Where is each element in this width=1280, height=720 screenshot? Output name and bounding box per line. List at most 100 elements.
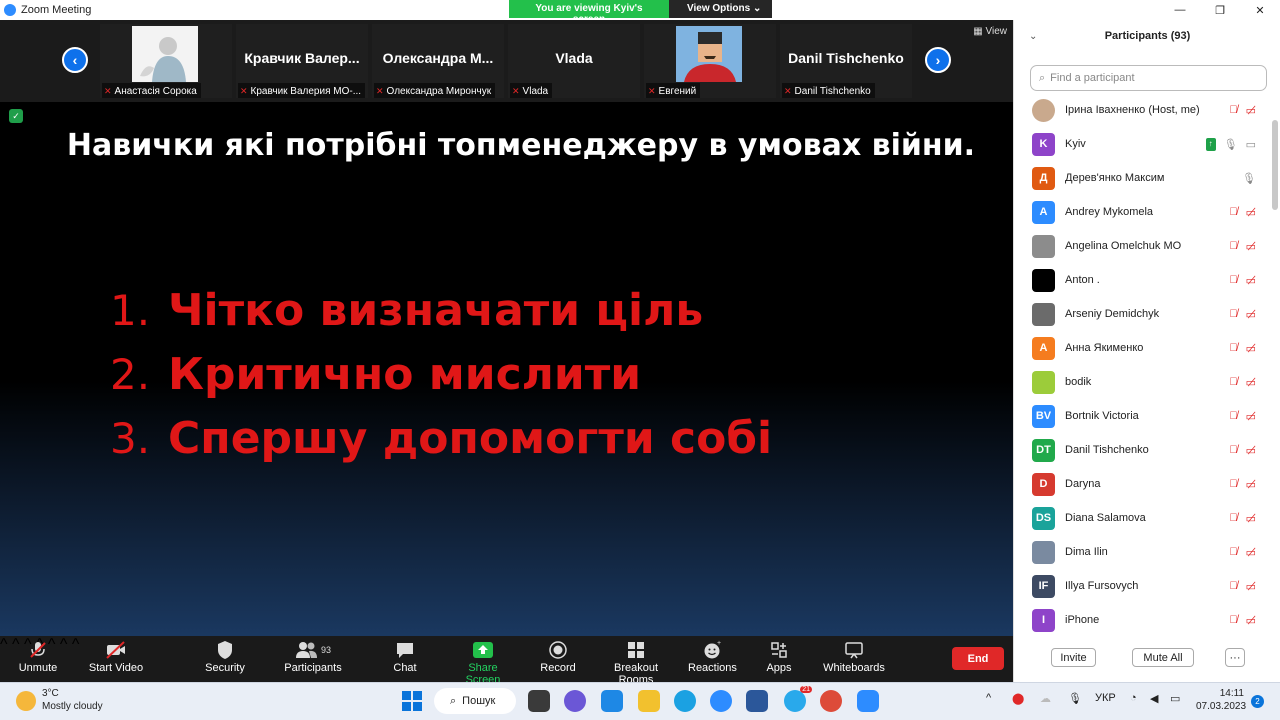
next-page-icon[interactable]: › xyxy=(925,47,951,73)
chrome-icon[interactable] xyxy=(820,690,842,712)
viewing-screen-label: You are viewing Kyiv's screen xyxy=(509,0,669,25)
mail-icon[interactable] xyxy=(601,690,623,712)
video-tile[interactable]: Vlada ✕ Vlada xyxy=(508,24,640,98)
record-button[interactable]: Record xyxy=(536,638,580,674)
participant-row[interactable]: Dima Ilin 🎙̸ ▭̸ xyxy=(1014,535,1272,569)
video-off-icon: ▭̸ xyxy=(1245,104,1256,117)
mic-icon[interactable]: 🎙 xyxy=(1224,138,1238,151)
volume-icon[interactable]: ◀ xyxy=(1150,692,1158,705)
mic-muted-icon[interactable]: 🎙̸ xyxy=(1229,580,1237,593)
participants-button[interactable]: 93 Participants xyxy=(284,638,342,674)
participant-row[interactable]: Д Дерев'янко Максим 🎙 xyxy=(1014,161,1272,195)
participant-row[interactable]: Anton . 🎙̸ ▭̸ xyxy=(1014,263,1272,297)
mic-muted-icon[interactable]: 🎙̸ xyxy=(1229,444,1237,457)
participant-row[interactable]: I iPhone 🎙̸ ▭̸ xyxy=(1014,603,1272,637)
telegram-icon[interactable]: 21 xyxy=(784,686,812,712)
chevron-up-icon[interactable]: ^ xyxy=(72,636,80,653)
participant-row[interactable]: K Kyiv ↑ 🎙 ▭ xyxy=(1014,127,1272,161)
keyboard-language[interactable]: УКР xyxy=(1095,692,1116,704)
weather-text: 3°C Mostly cloudy xyxy=(42,687,103,713)
prev-page-icon[interactable]: ‹ xyxy=(62,47,88,73)
participant-row[interactable]: bodik 🎙̸ ▭̸ xyxy=(1014,365,1272,399)
edge-icon[interactable] xyxy=(674,690,696,712)
windows-start-icon[interactable] xyxy=(402,691,422,711)
chevron-up-icon[interactable]: ^ xyxy=(0,636,8,653)
zoom-meeting-taskbar-icon[interactable] xyxy=(857,690,879,712)
more-options-button[interactable]: ··· xyxy=(1225,648,1245,667)
tile-label: ✕ Danil Tishchenko xyxy=(782,83,875,98)
word-icon[interactable] xyxy=(746,690,768,712)
share-screen-button[interactable]: Share Screen xyxy=(450,638,516,686)
participant-row[interactable]: DT Danil Tishchenko 🎙̸ ▭̸ xyxy=(1014,433,1272,467)
participant-row[interactable]: IF Illya Fursovych 🎙̸ ▭̸ xyxy=(1014,569,1272,603)
video-tile[interactable]: ✕ Евгений xyxy=(644,24,776,98)
close-icon[interactable]: ✕ xyxy=(1240,0,1280,20)
cloud-icon[interactable]: ☁ xyxy=(1040,692,1051,705)
chat-button[interactable]: Chat xyxy=(384,638,426,674)
mic-muted-icon[interactable]: 🎙̸ xyxy=(1229,240,1237,253)
mic-muted-icon[interactable]: 🎙̸ xyxy=(1229,546,1237,559)
taskbar-search[interactable]: ⌕ Пошук xyxy=(434,688,516,714)
whiteboards-button[interactable]: Whiteboards xyxy=(820,638,888,674)
mic-muted-icon[interactable]: 🎙̸ xyxy=(1229,206,1237,219)
weather-widget[interactable]: 3°C Mostly cloudy xyxy=(16,687,103,713)
mic-muted-icon[interactable]: 🎙̸ xyxy=(1229,614,1237,627)
view-options-button[interactable]: View Options ⌄ xyxy=(669,0,772,18)
participant-name: Ірина Івахненко (Host, me) xyxy=(1065,104,1200,116)
mic-muted-icon[interactable]: 🎙̸ xyxy=(1229,104,1237,117)
video-tile[interactable]: Danil Tishchenko ✕ Danil Tishchenko xyxy=(780,24,912,98)
wifi-icon[interactable]: ◔ xyxy=(1130,692,1137,704)
zoom-taskbar-icon[interactable] xyxy=(710,690,732,712)
shield-icon[interactable]: ✓ xyxy=(9,109,23,123)
video-tile[interactable]: ✕ Анастасія Сорока xyxy=(100,24,232,98)
avatar: A xyxy=(1032,336,1055,360)
breakout-rooms-button[interactable]: Breakout Rooms xyxy=(596,638,676,686)
battery-icon[interactable]: ▭ xyxy=(1170,692,1180,705)
scrollbar[interactable] xyxy=(1272,120,1278,210)
mic-muted-icon[interactable]: 🎙̸ xyxy=(1229,410,1237,423)
end-meeting-button[interactable]: End xyxy=(952,647,1004,670)
participant-row[interactable]: BV Bortnik Victoria 🎙̸ ▭̸ xyxy=(1014,399,1272,433)
invite-button[interactable]: Invite xyxy=(1051,648,1096,667)
notification-badge[interactable]: 2 xyxy=(1251,695,1264,708)
participant-row[interactable]: A Andrey Mykomela 🎙̸ ▭̸ xyxy=(1014,195,1272,229)
mic-muted-icon[interactable]: 🎙̸ xyxy=(1229,342,1237,355)
participant-name: iPhone xyxy=(1065,614,1100,626)
video-tile[interactable]: Олександра М... ✕ Олександра Мирончук xyxy=(372,24,504,98)
participant-status: 🎙̸ ▭̸ xyxy=(1229,410,1256,423)
participant-row[interactable]: D Daryna 🎙̸ ▭̸ xyxy=(1014,467,1272,501)
mic-muted-icon: ✕ xyxy=(376,85,384,96)
participant-row[interactable]: Angelina Omelchuk MO 🎙̸ ▭̸ xyxy=(1014,229,1272,263)
view-button[interactable]: ▦ View xyxy=(973,26,1007,37)
participant-search-input[interactable]: ⌕ Find a participant xyxy=(1030,65,1267,91)
security-tray-icon[interactable]: ⬤ xyxy=(1012,692,1024,705)
reactions-button[interactable]: + Reactions xyxy=(688,638,737,674)
participant-row[interactable]: Arseniy Demidchyk 🎙̸ ▭̸ xyxy=(1014,297,1272,331)
mute-all-button[interactable]: Mute All xyxy=(1132,648,1194,667)
mic-muted-icon[interactable]: 🎙̸ xyxy=(1229,478,1237,491)
file-explorer-icon[interactable] xyxy=(638,690,660,712)
mic-muted-icon[interactable]: 🎙̸ xyxy=(1229,512,1237,525)
task-view-icon[interactable] xyxy=(528,690,550,712)
participant-row[interactable]: Ірина Івахненко (Host, me) 🎙̸ ▭̸ xyxy=(1014,93,1272,127)
chevron-up-icon[interactable]: ^ xyxy=(986,692,991,704)
participant-name: Anton . xyxy=(1065,274,1100,286)
teams-chat-icon[interactable] xyxy=(564,690,586,712)
unmute-button[interactable]: Unmute xyxy=(12,638,64,674)
participant-row[interactable]: DS Diana Salamova 🎙̸ ▭̸ xyxy=(1014,501,1272,535)
system-clock[interactable]: 14:11 07.03.2023 xyxy=(1196,687,1246,713)
participant-row[interactable]: A Анна Якименко 🎙̸ ▭̸ xyxy=(1014,331,1272,365)
apps-button[interactable]: Apps xyxy=(760,638,798,674)
microphone-tray-icon[interactable]: 🎙 xyxy=(1068,692,1082,705)
mic-muted-icon: ✕ xyxy=(784,85,792,96)
minimize-icon[interactable]: — xyxy=(1160,0,1200,20)
video-tile[interactable]: Кравчик Валер... ✕ Кравчик Валерия МО-... xyxy=(236,24,368,98)
mic-icon[interactable]: 🎙 xyxy=(1242,172,1256,185)
restore-icon[interactable]: ❐ xyxy=(1200,0,1240,20)
mic-muted-icon[interactable]: 🎙̸ xyxy=(1229,376,1237,389)
mic-muted-icon[interactable]: 🎙̸ xyxy=(1229,308,1237,321)
security-button[interactable]: Security xyxy=(200,638,250,674)
window-controls: — ❐ ✕ xyxy=(1160,0,1280,20)
start-video-button[interactable]: Start Video xyxy=(86,638,146,674)
mic-muted-icon[interactable]: 🎙̸ xyxy=(1229,274,1237,287)
